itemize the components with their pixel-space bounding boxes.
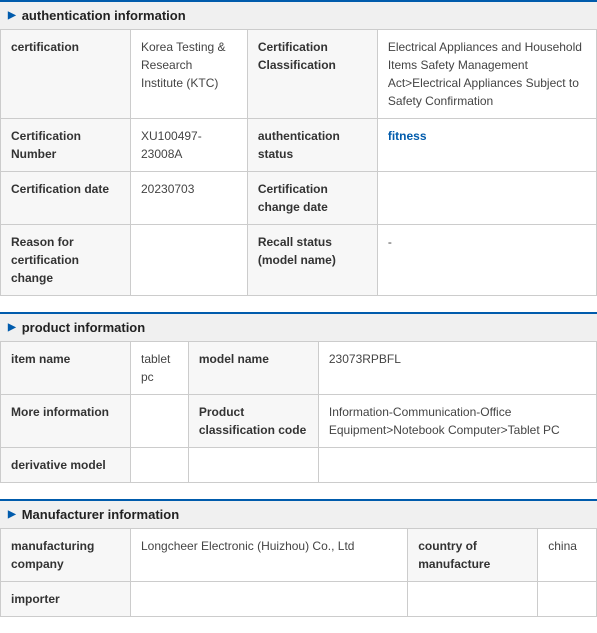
manufacturer-section: Manufacturer information manufacturing c…	[0, 499, 597, 617]
product-table: item name tablet pc model name 23073RPBF…	[0, 341, 597, 483]
derivative-value	[131, 448, 189, 483]
table-row: Certification date 20230703 Certificatio…	[1, 172, 597, 225]
empty-cell-1	[188, 448, 318, 483]
importer-label: importer	[1, 582, 131, 617]
table-row: Certification Number XU100497-23008A aut…	[1, 119, 597, 172]
table-row: item name tablet pc model name 23073RPBF…	[1, 342, 597, 395]
auth-section-header: authentication information	[0, 0, 597, 29]
empty-cell-4	[538, 582, 597, 617]
manufacturer-section-header: Manufacturer information	[0, 499, 597, 528]
auth-table: certification Korea Testing & Research I…	[0, 29, 597, 296]
cert-date-label: Certification date	[1, 172, 131, 225]
more-info-value	[131, 395, 189, 448]
reason-label: Reason for certification change	[1, 225, 131, 296]
table-row: manufacturing company Longcheer Electron…	[1, 529, 597, 582]
item-name-label: item name	[1, 342, 131, 395]
model-name-value: 23073RPBFL	[318, 342, 596, 395]
reason-value	[131, 225, 248, 296]
more-info-label: More information	[1, 395, 131, 448]
recall-label: Recall status (model name)	[247, 225, 377, 296]
country-label: country of manufacture	[408, 529, 538, 582]
cert-value: Korea Testing & Research Institute (KTC)	[131, 30, 248, 119]
country-value: china	[538, 529, 597, 582]
model-name-label: model name	[188, 342, 318, 395]
cert-label: certification	[1, 30, 131, 119]
empty-cell-3	[408, 582, 538, 617]
table-row: More information Product classification …	[1, 395, 597, 448]
product-class-label: Product classification code	[188, 395, 318, 448]
table-row: derivative model	[1, 448, 597, 483]
cert-date-value: 20230703	[131, 172, 248, 225]
mfg-company-value: Longcheer Electronic (Huizhou) Co., Ltd	[131, 529, 408, 582]
cert-number-value: XU100497-23008A	[131, 119, 248, 172]
auth-status-value: fitness	[377, 119, 596, 172]
product-section-title: product information	[22, 320, 146, 335]
table-row: certification Korea Testing & Research I…	[1, 30, 597, 119]
cert-class-label: Certification Classification	[247, 30, 377, 119]
manufacturer-table: manufacturing company Longcheer Electron…	[0, 528, 597, 617]
cert-change-date-value	[377, 172, 596, 225]
table-row: importer	[1, 582, 597, 617]
empty-cell-2	[318, 448, 596, 483]
derivative-label: derivative model	[1, 448, 131, 483]
cert-number-label: Certification Number	[1, 119, 131, 172]
auth-section-title: authentication information	[22, 8, 186, 23]
importer-value	[131, 582, 408, 617]
auth-section: authentication information certification…	[0, 0, 597, 296]
product-class-value: Information-Communication-Office Equipme…	[318, 395, 596, 448]
mfg-company-label: manufacturing company	[1, 529, 131, 582]
recall-value: -	[377, 225, 596, 296]
cert-class-value: Electrical Appliances and Household Item…	[377, 30, 596, 119]
auth-status-label: authentication status	[247, 119, 377, 172]
cert-change-date-label: Certification change date	[247, 172, 377, 225]
table-row: Reason for certification change Recall s…	[1, 225, 597, 296]
product-section: product information item name tablet pc …	[0, 312, 597, 483]
item-name-value: tablet pc	[131, 342, 189, 395]
product-section-header: product information	[0, 312, 597, 341]
manufacturer-section-title: Manufacturer information	[22, 507, 179, 522]
